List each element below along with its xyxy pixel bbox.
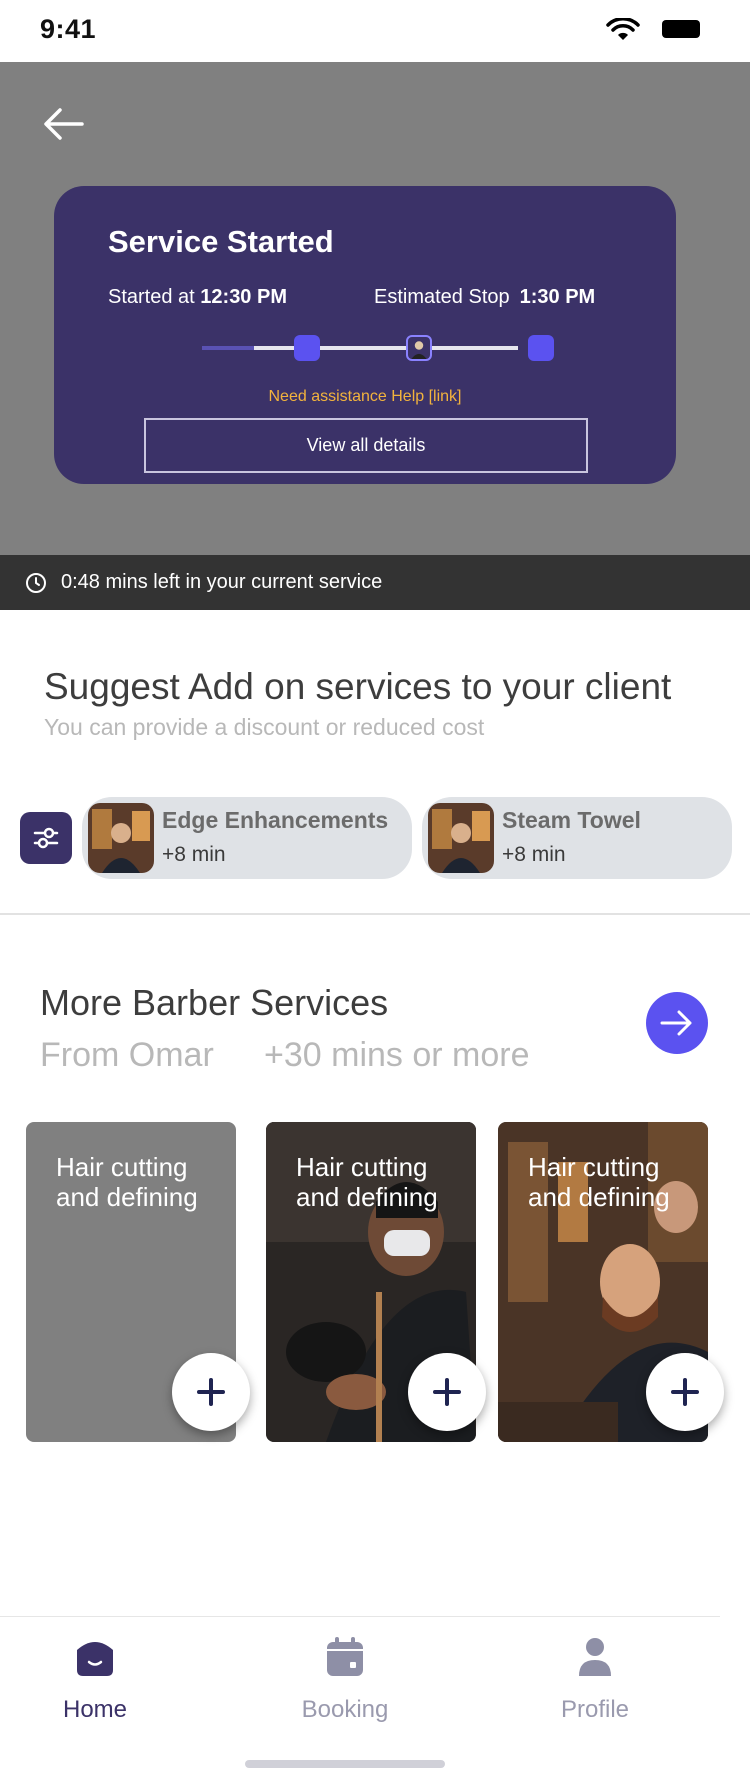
clock-icon bbox=[26, 572, 46, 593]
plus-icon bbox=[671, 1378, 699, 1406]
see-more-button[interactable] bbox=[646, 992, 708, 1054]
time-left-banner: 0:48 mins left in your current service bbox=[0, 555, 750, 610]
plus-icon bbox=[433, 1378, 461, 1406]
add-service-button[interactable] bbox=[172, 1353, 250, 1431]
progress-node-barber-avatar bbox=[406, 335, 432, 361]
addon-title: Steam Towel bbox=[502, 807, 641, 833]
profile-icon bbox=[579, 1638, 611, 1676]
progress-node-end bbox=[528, 335, 554, 361]
sliders-icon bbox=[33, 827, 59, 849]
stop-prefix: Estimated Stop bbox=[374, 286, 510, 308]
header: Service Started Started at 12:30 PM Esti… bbox=[0, 62, 750, 555]
addon-thumbnail bbox=[88, 803, 154, 873]
tab-profile-label: Profile bbox=[560, 1696, 630, 1723]
addon-chip-steam-towel[interactable]: Steam Towel +8 min bbox=[422, 797, 732, 879]
service-card-label: Hair cutting and defining bbox=[528, 1152, 670, 1212]
time-left-text: 0:48 mins left in your current service bbox=[61, 571, 383, 593]
status-bar: 9:41 bbox=[0, 0, 750, 62]
add-service-button[interactable] bbox=[646, 1353, 724, 1431]
addon-thumbnail bbox=[428, 803, 494, 873]
started-at-label: Started at 12:30 PM bbox=[108, 286, 287, 309]
view-details-button[interactable]: View all details bbox=[144, 418, 588, 473]
addon-duration: +8 min bbox=[502, 843, 566, 866]
section-divider bbox=[0, 913, 750, 915]
service-card-label: Hair cutting and defining bbox=[56, 1152, 198, 1212]
plus-icon bbox=[197, 1378, 225, 1406]
battery-icon bbox=[662, 20, 700, 38]
tab-bar-divider bbox=[0, 1616, 720, 1617]
tab-home[interactable]: Home bbox=[0, 1630, 190, 1730]
add-service-button[interactable] bbox=[408, 1353, 486, 1431]
service-status-card: Service Started Started at 12:30 PM Esti… bbox=[54, 186, 676, 484]
started-prefix: Started at bbox=[108, 286, 195, 308]
back-arrow-icon[interactable] bbox=[40, 104, 88, 144]
service-progress-fill bbox=[202, 346, 254, 350]
progress-node-start bbox=[294, 335, 320, 361]
tab-profile[interactable]: Profile bbox=[500, 1630, 690, 1730]
home-icon bbox=[77, 1642, 113, 1676]
more-services-time: +30 mins or more bbox=[264, 1036, 530, 1074]
help-link[interactable]: Need assistance Help [link] bbox=[54, 388, 676, 406]
addon-title: Edge Enhancements bbox=[162, 807, 389, 833]
home-indicator bbox=[245, 1760, 445, 1768]
arrow-right-icon bbox=[660, 1010, 692, 1036]
service-progress-track bbox=[202, 335, 554, 361]
more-services-from: From Omar bbox=[40, 1036, 214, 1074]
filter-button[interactable] bbox=[20, 812, 72, 864]
calendar-icon bbox=[327, 1637, 363, 1676]
addon-duration: +8 min bbox=[162, 843, 226, 866]
tab-home-label: Home bbox=[62, 1696, 128, 1723]
status-time: 9:41 bbox=[40, 14, 97, 44]
tab-booking[interactable]: Booking bbox=[250, 1630, 440, 1730]
estimated-stop-label: Estimated Stop 1:30 PM bbox=[374, 286, 595, 309]
tab-booking-label: Booking bbox=[301, 1696, 389, 1723]
wifi-icon bbox=[606, 18, 640, 40]
suggest-title: Suggest Add on services to your client bbox=[44, 666, 672, 707]
suggest-subtitle: You can provide a discount or reduced co… bbox=[44, 714, 485, 740]
service-card-label: Hair cutting and defining bbox=[296, 1152, 438, 1212]
addon-chip-edge-enhancements[interactable]: Edge Enhancements +8 min bbox=[82, 797, 412, 879]
stop-time: 1:30 PM bbox=[519, 286, 596, 308]
card-title: Service Started bbox=[108, 224, 334, 259]
started-time: 12:30 PM bbox=[200, 286, 287, 308]
more-services-title: More Barber Services bbox=[40, 982, 389, 1023]
